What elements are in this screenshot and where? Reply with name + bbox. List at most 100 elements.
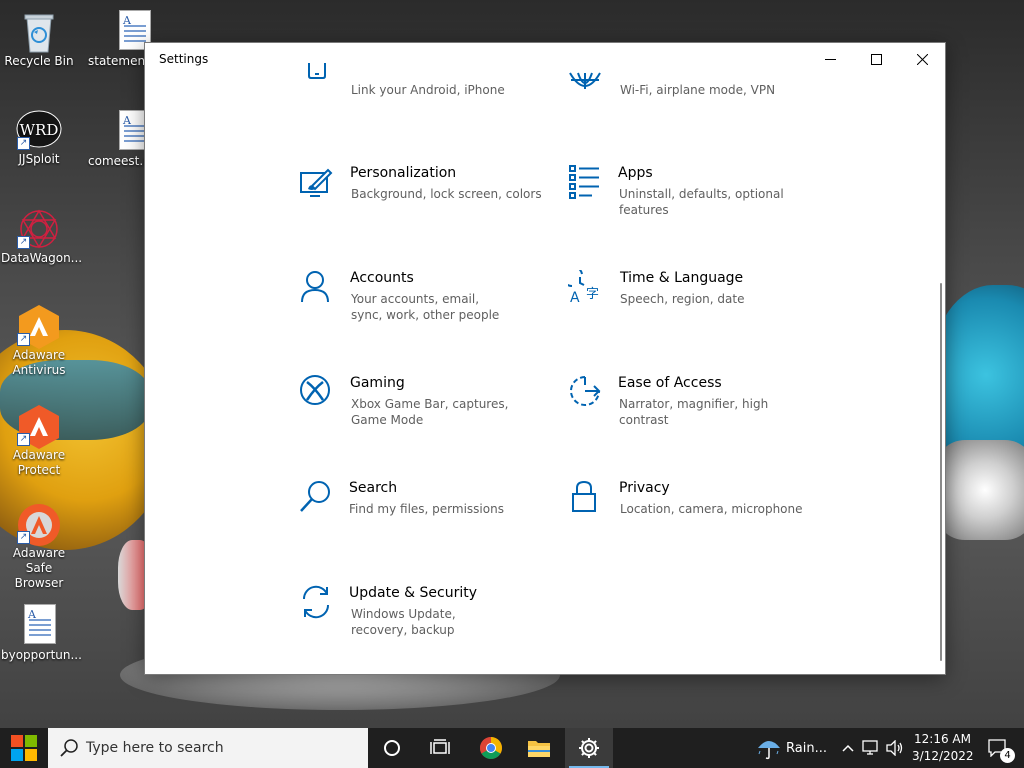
weather-widget[interactable]: Rain... [752,728,832,768]
start-button[interactable] [0,728,48,768]
tile-title: Ease of Access [618,375,722,391]
desktop-icon-datawagon[interactable]: ↗ DataWagon... [1,207,83,266]
desktop-icon-label: comeest.rtf [88,154,158,168]
personalization-icon [300,168,333,197]
recycle-bin-icon [19,10,59,53]
notification-badge: 4 [1000,748,1015,763]
ease-of-access-icon [570,376,601,406]
tile-description: Find my files, permissions [349,502,504,516]
adaware-antivirus-icon: ↗ [17,304,59,349]
xbox-icon [300,375,330,405]
volume-button[interactable] [884,728,906,768]
update-icon [302,585,330,619]
desktop-icon-label: DataWagon... [1,251,83,265]
shortcut-arrow-icon: ↗ [17,333,30,346]
settings-tile-search[interactable]: Search Find my files, permissions [300,480,550,560]
tile-description: Windows Update, recovery, backup [351,607,456,637]
taskbar-settings[interactable] [565,728,613,768]
desktop-icon-byopportun[interactable]: byopportun... [1,604,82,663]
chevron-up-icon [842,744,854,752]
gear-icon [579,738,599,758]
tile-description: Narrator, magnifier, high contrast [619,397,769,427]
settings-tile-update-security[interactable]: Update & Security Windows Update, recove… [300,585,550,665]
time-language-icon: A 字 [568,270,599,304]
taskbar: Type here to search Rain... 12:16 AM 3/1… [0,728,1024,768]
desktop-icon-jjsploit[interactable]: WRD ↗ JJSploit [1,108,77,167]
desktop-icon-label: Recycle Bin [4,54,74,68]
desktop-icon-label: Adaware Protect [12,448,66,477]
desktop-icon-adaware-safe-browser[interactable]: ↗ Adaware Safe Browser [1,502,77,591]
desktop-icon-label: Adaware Safe Browser [12,546,66,590]
shortcut-arrow-icon: ↗ [17,137,30,150]
document-icon [96,110,151,150]
svg-text:字: 字 [586,287,599,302]
tile-description: Xbox Game Bar, captures, Game Mode [351,397,509,427]
close-button[interactable] [899,43,945,75]
close-icon [916,53,928,65]
settings-tile-gaming[interactable]: Gaming Xbox Game Bar, captures, Game Mod… [300,375,550,455]
svg-text:A: A [570,290,580,304]
settings-tile-apps[interactable]: Apps Uninstall, defaults, optional featu… [568,165,818,245]
settings-tile-phone[interactable]: Link your Android, iPhone [300,63,550,143]
windows-logo-icon [11,735,37,761]
action-center-button[interactable]: 4 [978,728,1018,768]
desktop-icon-comeest[interactable]: comeest.rtf [78,110,158,169]
task-view-icon [430,739,450,754]
settings-window[interactable]: Settings Link your Android, iPhone Wi-Fi… [145,43,945,674]
clock-button[interactable]: 12:16 AM 3/12/2022 [908,728,974,768]
cortana-button[interactable] [368,728,416,768]
taskbar-chrome[interactable] [467,728,515,768]
search-icon [60,739,78,757]
tile-description: Your accounts, email, sync, work, other … [351,292,500,322]
tile-description: Location, camera, microphone [620,502,803,516]
vertical-scrollbar[interactable] [940,283,942,661]
document-icon [19,604,59,644]
tile-title: Accounts [350,270,414,286]
shortcut-arrow-icon: ↗ [17,433,30,446]
task-view-button[interactable] [416,728,464,768]
window-title: Settings [159,52,209,66]
settings-tile-personalization[interactable]: Personalization Background, lock screen,… [300,165,550,245]
network-button[interactable] [860,728,882,768]
tile-title: Search [349,480,398,496]
shortcut-arrow-icon: ↗ [17,531,30,544]
settings-tile-accounts[interactable]: Accounts Your accounts, email, sync, wor… [300,270,550,350]
settings-tile-time-language[interactable]: A 字 Time & Language Speech, region, date [568,270,818,350]
desktop-icon-recycle-bin[interactable]: Recycle Bin [1,10,77,69]
cortana-circle-icon [384,740,400,756]
taskbar-search-box[interactable]: Type here to search [48,728,368,768]
adaware-safe-browser-icon: ↗ [17,502,60,546]
desktop-icon-label: byopportun... [1,648,82,662]
desktop-icon-label: JJSploit [18,152,60,166]
taskbar-file-explorer[interactable] [515,728,563,768]
weather-text: Rain... [786,741,827,756]
desktop-icon-label: Adaware Antivirus [12,348,66,377]
minimize-icon [824,58,836,60]
network-icon [862,740,878,755]
tile-title: Personalization [350,165,457,181]
clock-time: 12:16 AM [914,732,971,746]
jjsploit-icon: WRD ↗ [16,108,62,150]
desktop-icon-adaware-antivirus[interactable]: ↗ Adaware Antivirus [1,304,77,378]
settings-tile-ease-of-access[interactable]: Ease of Access Narrator, magnifier, high… [568,375,818,455]
shortcut-arrow-icon: ↗ [17,236,30,249]
tile-description: Uninstall, defaults, optional features [619,187,784,217]
lock-icon [572,480,596,512]
phone-icon [308,63,326,79]
desktop-icon-statemento[interactable]: statemento... [78,10,168,69]
maximize-icon [870,53,882,65]
search-icon [300,481,330,512]
settings-tile-privacy[interactable]: Privacy Location, camera, microphone [568,480,818,560]
tile-description: Background, lock screen, colors [351,187,542,201]
tile-description: Link your Android, iPhone [351,83,505,97]
show-hidden-icons-button[interactable] [838,728,858,768]
umbrella-rain-icon [758,741,780,760]
settings-tile-network[interactable]: Wi-Fi, airplane mode, VPN [568,63,818,143]
tile-title: Time & Language [620,270,744,286]
speaker-icon [886,740,903,756]
maximize-button[interactable] [853,43,899,75]
person-icon [301,271,329,303]
tile-description: Speech, region, date [620,292,745,306]
desktop-icon-adaware-protect[interactable]: ↗ Adaware Protect [1,404,77,478]
tile-description: Wi-Fi, airplane mode, VPN [620,83,776,97]
